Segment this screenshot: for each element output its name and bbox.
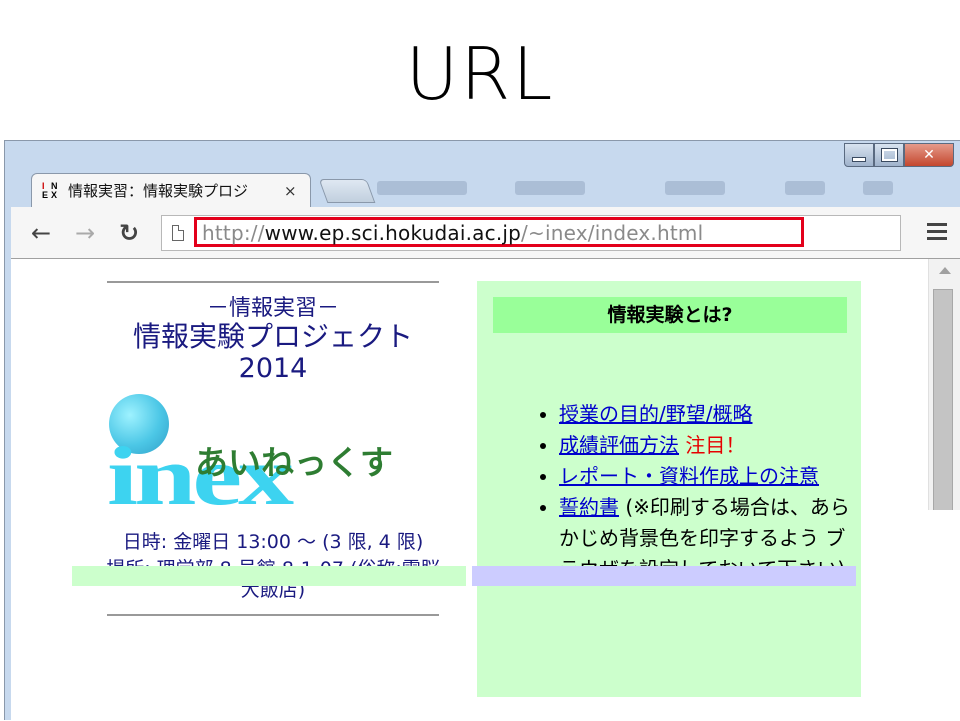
panel-link-list: 授業の目的/野望/概略 成績評価方法 注目！ レポート・資料作成上の注意 誓約書… [525,399,851,585]
back-arrow-icon[interactable]: ← [27,219,55,247]
link-report-notes[interactable]: レポート・資料作成上の注意 [559,464,819,488]
blurred-bookmark [515,181,585,195]
panel-heading: 情報実験とは? [493,297,847,333]
url-path: /~inex/index.html [521,221,704,245]
info-panel: 情報実験とは? 授業の目的/野望/概略 成績評価方法 注目！ レポート・資料作成… [477,281,861,697]
logo-kana: あいねっくす [195,442,393,482]
link-course-purpose[interactable]: 授業の目的/野望/概略 [559,402,752,426]
address-bar[interactable]: http://www.ep.sci.hokudai.ac.jp/~inex/in… [161,215,901,251]
divider [107,281,439,283]
url-text[interactable]: http://www.ep.sci.hokudai.ac.jp/~inex/in… [202,221,703,245]
scroll-up-icon[interactable] [939,267,951,274]
tab-close-icon[interactable]: × [284,182,297,200]
browser-tab-active[interactable]: I N E X 情報実習：情報実験プロジ × [31,173,311,207]
page-icon [172,225,184,241]
list-item: 授業の目的/野望/概略 [559,399,851,430]
maximize-icon[interactable] [874,143,904,167]
bottom-panel-purple [472,566,856,586]
window-controls: ✕ [844,143,954,167]
url-scheme: http:// [202,221,265,245]
close-icon[interactable]: ✕ [904,143,954,167]
blurred-bookmark [785,181,825,195]
bottom-panel-green [72,566,466,586]
browser-toolbar: ← → ↻ http://www.ep.sci.hokudai.ac.jp/~i… [11,207,960,259]
schedule-text: 日時: 金曜日 13:00 ～ (3 限, 4 限) [122,530,424,553]
slide-title: URL [405,32,555,116]
inex-logo: inex あいねっくす [103,393,443,526]
page-title: 情報実験プロジェクト [132,320,413,354]
browser-window: ✕ I N E X 情報実習：情報実験プロジ × ← → ↻ http://ww… [4,140,960,721]
blurred-bookmark [665,181,725,195]
page-year: 2014 [238,353,308,385]
divider [107,614,439,617]
list-item: 成績評価方法 注目！ [559,430,851,461]
site-favicon-icon: I N E X [42,180,58,200]
minimize-icon[interactable] [844,143,874,167]
url-host: www.ep.sci.hokudai.ac.jp [264,221,522,245]
link-grading[interactable]: 成績評価方法 [559,433,679,457]
menu-icon[interactable] [927,221,947,243]
page-viewport: －情報実習－ 情報実験プロジェクト 2014 inex あいねっくす 日時: 金… [11,259,960,721]
blurred-bookmark [377,181,467,195]
tab-title: 情報実習：情報実験プロジ [68,182,249,200]
list-item: レポート・資料作成上の注意 [559,461,851,492]
forward-arrow-icon[interactable]: → [71,219,99,247]
new-tab-button[interactable] [318,179,376,203]
page-subtitle: －情報実習－ [206,296,339,321]
reload-icon[interactable]: ↻ [115,219,143,247]
link-pledge[interactable]: 誓約書 [559,495,619,519]
alert-text: 注目！ [685,433,746,457]
slide-margin [918,510,960,698]
blurred-bookmark [863,181,893,195]
